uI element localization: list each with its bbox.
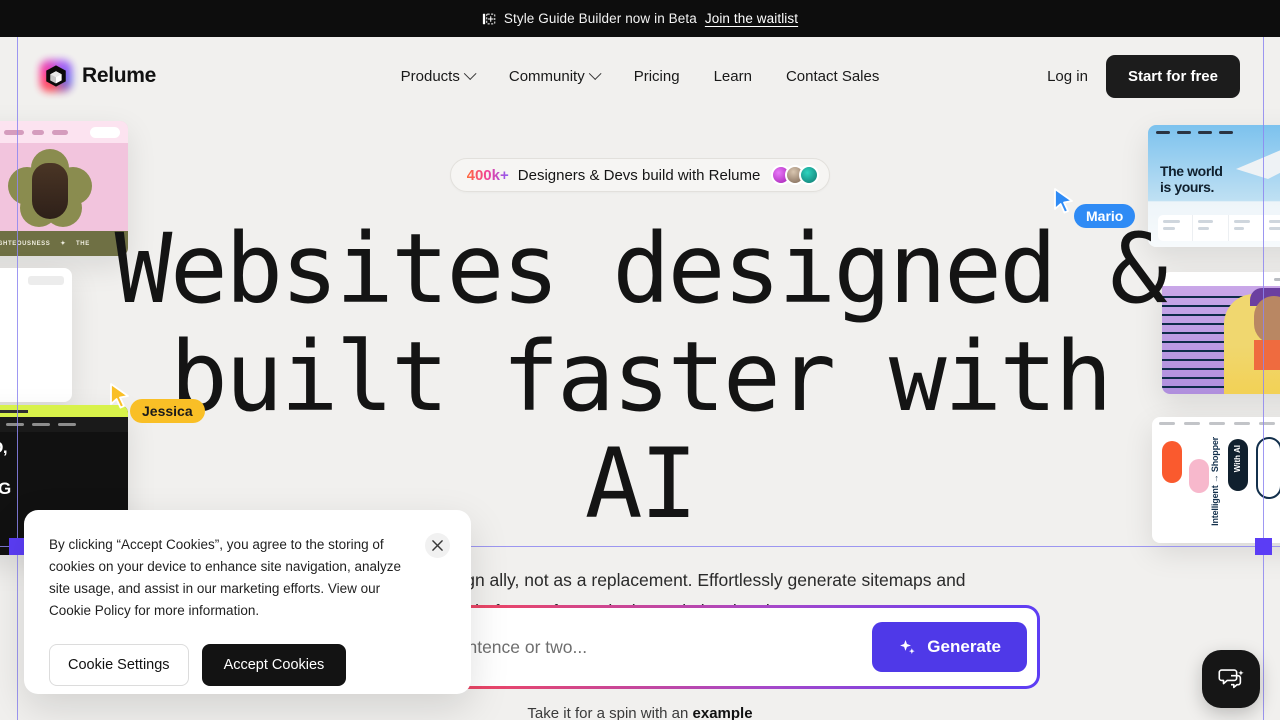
collaborator-cursor-jessica: Jessica [108,383,205,423]
cursor-pointer-icon [1054,188,1073,214]
brand-name: Relume [82,64,157,87]
relume-cube-icon [40,60,72,92]
cursor-label-jessica: Jessica [130,399,205,423]
cursor-label-mario: Mario [1074,204,1136,228]
start-for-free-button[interactable]: Start for free [1105,54,1240,98]
cursor-pointer-icon [110,383,129,409]
nav-item-community-label: Community [508,67,585,85]
nav-links: Products Community Pricing Learn Contact… [400,66,879,85]
chat-launcher-button[interactable] [1202,650,1260,708]
brand-logo[interactable]: Relume [40,60,156,92]
page-root: Style Guide Builder now in Beta Join the… [0,0,1280,720]
avatar-group [771,165,820,185]
cookie-settings-button[interactable]: Cookie Settings [49,644,189,687]
social-proof-text: Designers & Devs build with Relume [517,166,761,184]
generate-button-label: Generate [927,637,1001,656]
avatar [799,165,820,185]
sparkle-icon [900,639,916,654]
nav-item-products[interactable]: Products [400,66,477,85]
nav-item-learn[interactable]: Learn [714,68,752,85]
nav-item-contact-sales[interactable]: Contact Sales [786,68,879,85]
hero-headline: Websites designed & built faster with AI [90,213,1190,541]
chevron-down-icon [463,66,477,80]
join-waitlist-link[interactable]: Join the waitlist [705,11,798,26]
social-proof-count: 400k+ [466,166,509,184]
nav-item-community[interactable]: Community [508,66,602,85]
example-note: Take it for a spin with an example [240,705,1040,720]
login-link[interactable]: Log in [1047,68,1088,85]
main-navigation: Relume Products Community Pricing Learn … [0,37,1280,115]
example-link[interactable]: example [693,705,753,720]
hero-headline-line-2: built faster with AI [169,320,1113,541]
hero-headline-line-1: Websites designed & [114,213,1168,325]
style-guide-icon [482,12,496,26]
example-note-prefix: Take it for a spin with an [527,705,693,720]
chat-sparkle-icon [1218,669,1244,689]
collaborator-cursor-mario: Mario [1052,188,1136,228]
announcement-banner: Style Guide Builder now in Beta Join the… [0,0,1280,37]
social-proof-badge: 400k+ Designers & Devs build with Relume [449,158,831,192]
chevron-down-icon [588,66,602,80]
nav-actions: Log in Start for free [1047,54,1240,98]
nav-item-pricing[interactable]: Pricing [634,68,680,85]
generate-button[interactable]: Generate [872,622,1027,672]
announcement-text: Style Guide Builder now in Beta [503,11,697,26]
close-icon[interactable] [425,533,450,558]
nav-item-products-label: Products [400,67,460,85]
cookie-consent-actions: Cookie Settings Accept Cookies [49,644,447,687]
cookie-consent-text: By clicking “Accept Cookies”, you agree … [49,537,401,618]
cookie-consent-dialog: By clicking “Accept Cookies”, you agree … [24,510,471,694]
accept-cookies-button[interactable]: Accept Cookies [201,644,347,687]
